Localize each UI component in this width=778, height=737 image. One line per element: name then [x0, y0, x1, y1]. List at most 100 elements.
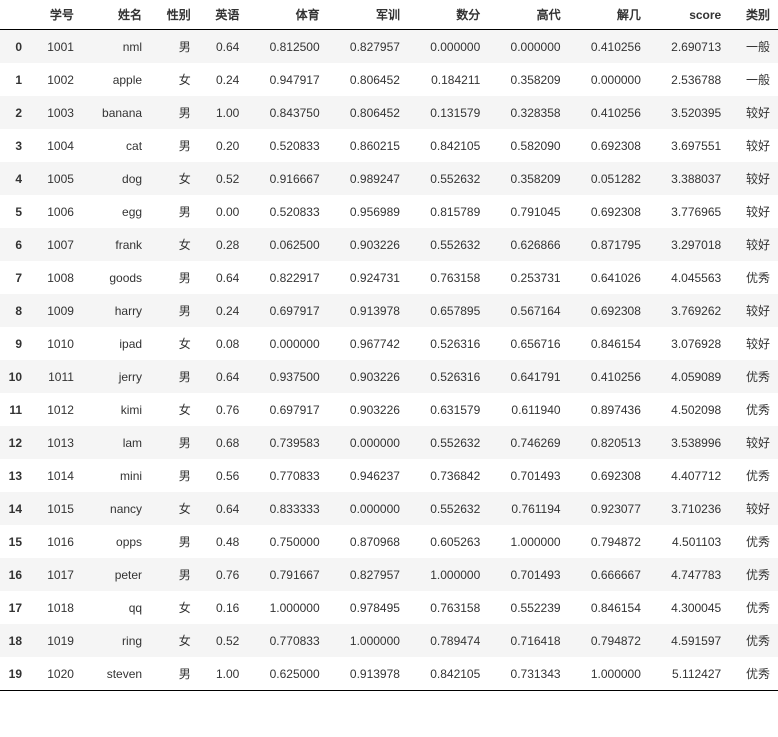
cell-体育: 0.739583	[247, 426, 327, 459]
cell-体育: 0.770833	[247, 459, 327, 492]
cell-类别: 优秀	[729, 624, 778, 657]
table-row: 121013lam男0.680.7395830.0000000.5526320.…	[0, 426, 778, 459]
cell-性别: 男	[150, 525, 199, 558]
row-index: 14	[0, 492, 30, 525]
table-row: 11002apple女0.240.9479170.8064520.1842110…	[0, 63, 778, 96]
cell-姓名: nml	[82, 30, 150, 64]
header-row: 学号 姓名 性别 英语 体育 军训 数分 高代 解几 score 类别	[0, 0, 778, 30]
cell-高代: 0.656716	[488, 327, 568, 360]
row-index: 8	[0, 294, 30, 327]
cell-类别: 一般	[729, 30, 778, 64]
row-index: 15	[0, 525, 30, 558]
cell-数分: 0.131579	[408, 96, 488, 129]
row-index: 9	[0, 327, 30, 360]
row-index: 0	[0, 30, 30, 64]
cell-解几: 0.692308	[569, 459, 649, 492]
cell-英语: 0.52	[199, 624, 248, 657]
cell-体育: 0.697917	[247, 393, 327, 426]
cell-score: 4.747783	[649, 558, 729, 591]
cell-姓名: apple	[82, 63, 150, 96]
cell-英语: 0.16	[199, 591, 248, 624]
cell-英语: 1.00	[199, 96, 248, 129]
table-row: 171018qq女0.161.0000000.9784950.7631580.5…	[0, 591, 778, 624]
cell-姓名: harry	[82, 294, 150, 327]
cell-英语: 0.76	[199, 558, 248, 591]
cell-高代: 0.641791	[488, 360, 568, 393]
cell-解几: 1.000000	[569, 657, 649, 691]
cell-军训: 0.000000	[328, 426, 408, 459]
cell-类别: 一般	[729, 63, 778, 96]
table-row: 151016opps男0.480.7500000.8709680.6052631…	[0, 525, 778, 558]
cell-英语: 0.28	[199, 228, 248, 261]
table-body: 01001nml男0.640.8125000.8279570.0000000.0…	[0, 30, 778, 691]
cell-高代: 0.626866	[488, 228, 568, 261]
cell-学号: 1016	[30, 525, 82, 558]
cell-解几: 0.666667	[569, 558, 649, 591]
cell-类别: 较好	[729, 327, 778, 360]
cell-英语: 0.64	[199, 360, 248, 393]
cell-数分: 0.526316	[408, 360, 488, 393]
cell-体育: 0.791667	[247, 558, 327, 591]
table-row: 81009harry男0.240.6979170.9139780.6578950…	[0, 294, 778, 327]
cell-score: 3.076928	[649, 327, 729, 360]
cell-体育: 0.697917	[247, 294, 327, 327]
cell-性别: 男	[150, 30, 199, 64]
cell-姓名: lam	[82, 426, 150, 459]
cell-学号: 1005	[30, 162, 82, 195]
col-geometry: 解几	[569, 0, 649, 30]
cell-性别: 女	[150, 492, 199, 525]
cell-英语: 0.64	[199, 261, 248, 294]
cell-学号: 1011	[30, 360, 82, 393]
cell-数分: 0.842105	[408, 657, 488, 691]
cell-数分: 0.736842	[408, 459, 488, 492]
cell-score: 4.045563	[649, 261, 729, 294]
cell-学号: 1018	[30, 591, 82, 624]
cell-英语: 0.64	[199, 492, 248, 525]
cell-军训: 0.913978	[328, 294, 408, 327]
cell-学号: 1009	[30, 294, 82, 327]
cell-高代: 0.253731	[488, 261, 568, 294]
cell-解几: 0.846154	[569, 591, 649, 624]
cell-英语: 0.08	[199, 327, 248, 360]
cell-军训: 0.806452	[328, 63, 408, 96]
cell-score: 3.697551	[649, 129, 729, 162]
row-index: 16	[0, 558, 30, 591]
cell-性别: 男	[150, 459, 199, 492]
cell-类别: 优秀	[729, 657, 778, 691]
cell-解几: 0.410256	[569, 360, 649, 393]
cell-解几: 0.794872	[569, 624, 649, 657]
row-index: 6	[0, 228, 30, 261]
cell-军训: 0.913978	[328, 657, 408, 691]
cell-学号: 1006	[30, 195, 82, 228]
cell-军训: 0.000000	[328, 492, 408, 525]
cell-军训: 0.946237	[328, 459, 408, 492]
cell-高代: 0.731343	[488, 657, 568, 691]
cell-体育: 0.770833	[247, 624, 327, 657]
cell-类别: 较好	[729, 129, 778, 162]
cell-数分: 0.789474	[408, 624, 488, 657]
cell-高代: 0.552239	[488, 591, 568, 624]
cell-score: 3.710236	[649, 492, 729, 525]
cell-数分: 0.552632	[408, 228, 488, 261]
cell-军训: 0.870968	[328, 525, 408, 558]
cell-英语: 0.68	[199, 426, 248, 459]
table-row: 41005dog女0.520.9166670.9892470.5526320.3…	[0, 162, 778, 195]
cell-学号: 1001	[30, 30, 82, 64]
cell-解几: 0.410256	[569, 96, 649, 129]
cell-score: 3.297018	[649, 228, 729, 261]
cell-高代: 0.358209	[488, 162, 568, 195]
row-index: 7	[0, 261, 30, 294]
cell-高代: 0.358209	[488, 63, 568, 96]
cell-体育: 0.520833	[247, 195, 327, 228]
cell-数分: 0.552632	[408, 162, 488, 195]
row-index: 2	[0, 96, 30, 129]
cell-英语: 0.76	[199, 393, 248, 426]
col-name: 姓名	[82, 0, 150, 30]
cell-体育: 0.822917	[247, 261, 327, 294]
cell-性别: 男	[150, 96, 199, 129]
cell-解几: 0.923077	[569, 492, 649, 525]
cell-英语: 0.00	[199, 195, 248, 228]
cell-学号: 1012	[30, 393, 82, 426]
cell-姓名: dog	[82, 162, 150, 195]
cell-姓名: frank	[82, 228, 150, 261]
